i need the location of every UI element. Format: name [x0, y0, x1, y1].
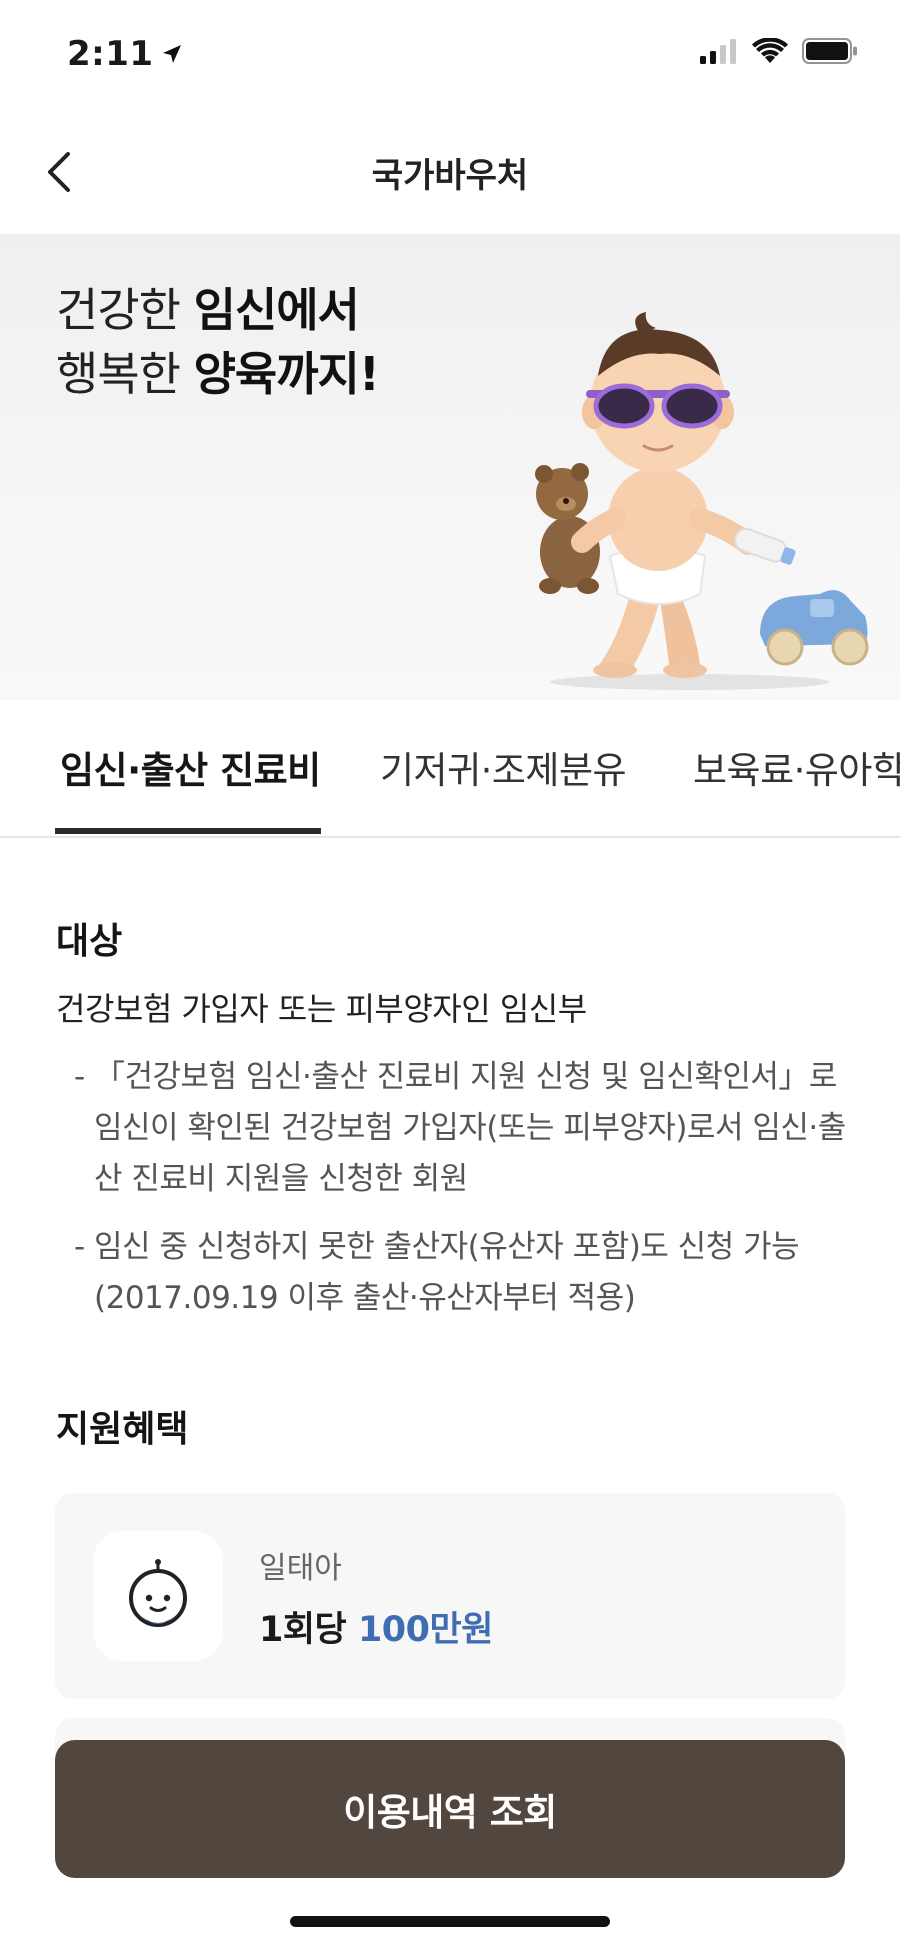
battery-icon: [802, 38, 857, 64]
status-time: 2:11: [67, 34, 184, 74]
category-tabs: 임신·출산 진료비 기저귀·조제분유 보육료·유아학: [0, 700, 900, 838]
hero-headline-line1: 건강한 임신에서: [56, 283, 360, 337]
location-arrow-icon: [162, 45, 181, 63]
bullet-text: 「건강보험 임신·출산 진료비 지원 신청 및 임신확인서」로 임신이 확인된 …: [94, 1059, 846, 1197]
baby-illustration: [535, 312, 869, 690]
usage-history-button[interactable]: 이용내역 조회: [55, 1740, 845, 1878]
hero-banner: 건강한 임신에서 행복한 양육까지!: [0, 234, 900, 700]
status-bar: 2:11: [0, 0, 900, 110]
target-section-title: 대상: [56, 921, 123, 962]
baby-face-icon: [129, 1559, 187, 1627]
hero-headline-line2: 행복한 양육까지!: [56, 347, 380, 401]
benefit-icon-container: [93, 1531, 223, 1661]
tab-pregnancy-medical[interactable]: 임신·출산 진료비: [60, 740, 321, 794]
home-indicator: [290, 1916, 610, 1927]
target-description: 건강보험 가입자 또는 피부양자인 임신부: [56, 990, 587, 1028]
status-indicators: [700, 38, 858, 64]
bullet-text: 임신 중 신청하지 못한 출산자(유산자 포함)도 신청 가능 (2017.09…: [94, 1229, 800, 1316]
benefit-value-prefix: 1회당: [259, 1610, 358, 1650]
cellular-signal-icon: [700, 39, 736, 64]
wifi-icon: [752, 38, 788, 63]
benefit-value: 1회당 100만원: [259, 1601, 493, 1652]
nav-bar: 국가바우처: [0, 110, 900, 234]
benefit-section-title: 지원혜택: [56, 1409, 189, 1450]
benefit-card: 일태아 1회당 100만원: [55, 1493, 845, 1699]
benefit-label: 일태아: [259, 1551, 342, 1586]
tab-diaper-formula[interactable]: 기저귀·조제분유: [380, 740, 627, 794]
toy-car-icon: [760, 590, 869, 666]
active-tab-indicator: [55, 828, 321, 834]
tab-childcare[interactable]: 보육료·유아학: [693, 740, 900, 794]
bullet-dash: -: [74, 1059, 85, 1095]
target-bullet-1: - 「건강보험 임신·출산 진료비 지원 신청 및 임신확인서」로 임신이 확인…: [74, 1052, 864, 1205]
benefit-amount: 100만원: [357, 1610, 493, 1650]
bullet-dash: -: [74, 1229, 85, 1265]
target-bullet-2: - 임신 중 신청하지 못한 출산자(유산자 포함)도 신청 가능 (2017.…: [74, 1222, 864, 1324]
page-title: 국가바우처: [371, 156, 529, 196]
clock-text: 2:11: [67, 34, 154, 74]
